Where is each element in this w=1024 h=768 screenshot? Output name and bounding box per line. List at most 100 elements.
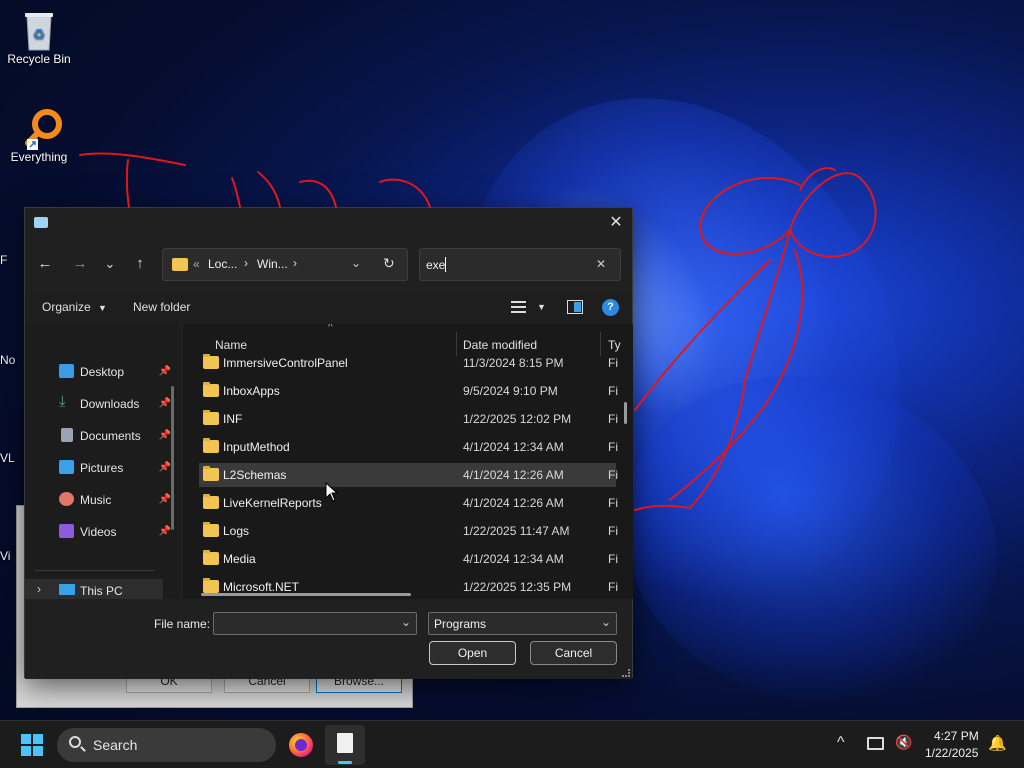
nav-pane-scrollbar[interactable] [171, 386, 174, 530]
address-segment[interactable]: Win... [257, 257, 288, 271]
desktop-icon-partial[interactable]: VL [0, 451, 24, 465]
file-row[interactable]: InboxApps 9/5/2024 9:10 PM Fi [199, 379, 618, 403]
address-overflow[interactable]: « [193, 257, 200, 271]
address-bar[interactable]: « Loc... › Win... › ⌄ ↻ [162, 248, 408, 281]
type-cell: Fi [608, 412, 618, 426]
chevron-down-icon[interactable]: ⌄ [601, 615, 611, 629]
open-button[interactable]: Open [429, 641, 516, 665]
svg-text:♻: ♻ [33, 27, 46, 43]
close-icon[interactable]: ✕ [604, 211, 628, 235]
file-row[interactable]: INF 1/22/2025 12:02 PM Fi [199, 407, 618, 431]
nav-item-label: Documents [80, 429, 141, 443]
search-input[interactable]: exe [426, 258, 445, 272]
firefox-icon[interactable] [289, 733, 313, 757]
pin-icon: 📌 [158, 526, 171, 537]
chevron-up-icon[interactable]: ^ [837, 734, 845, 752]
dialog-titlebar[interactable]: ✕ [25, 208, 632, 238]
column-header-name[interactable]: Name [215, 338, 247, 352]
clock-date[interactable]: 1/22/2025 [925, 746, 978, 760]
date-modified-cell: 4/1/2024 12:34 AM [463, 552, 564, 566]
file-name-field[interactable]: ⌄ [213, 612, 417, 635]
file-name-cell: Logs [223, 524, 250, 538]
desktop-icon-label: Recycle Bin [7, 52, 71, 66]
pictures-icon [59, 460, 74, 474]
type-cell: Fi [608, 496, 618, 510]
navigation-bar: ← → ⌄ ↑ « Loc... › Win... › ⌄ ↻ exe ✕ [25, 247, 632, 281]
notification-bell-icon[interactable]: 🔔 [988, 734, 1007, 752]
chevron-right-icon[interactable]: › [244, 256, 248, 270]
desktop-icon-partial[interactable]: F [0, 253, 24, 267]
forward-button[interactable]: → [69, 253, 91, 275]
type-cell: Fi [608, 524, 618, 538]
desktop-icon-recycle-bin[interactable]: ♻ Recycle Bin [1, 8, 77, 66]
recent-locations-button[interactable]: ⌄ [99, 253, 121, 275]
nav-item-documents[interactable]: Documents 📌 [59, 425, 171, 447]
file-row[interactable]: LiveKernelReports 4/1/2024 12:26 AM Fi [199, 491, 618, 515]
resize-grip-icon[interactable] [622, 669, 630, 677]
view-options-icon[interactable] [511, 301, 526, 313]
vertical-scrollbar[interactable] [624, 402, 627, 424]
refresh-icon[interactable]: ↻ [383, 255, 395, 272]
preview-pane-icon[interactable] [567, 300, 583, 314]
music-icon [59, 492, 74, 506]
desktop-icon-everything[interactable]: Everything [1, 106, 77, 164]
organize-menu[interactable]: Organize ▼ [42, 300, 107, 314]
pin-icon: 📌 [158, 494, 171, 505]
file-name-cell: L2Schemas [223, 468, 287, 482]
caret-down-icon[interactable]: ▼ [537, 302, 546, 312]
recycle-bin-icon: ♻ [19, 8, 59, 51]
horizontal-scrollbar[interactable] [201, 593, 411, 596]
file-type-select[interactable]: Programs ⌄ [428, 612, 617, 635]
pin-icon: 📌 [158, 462, 171, 473]
folder-icon [203, 410, 219, 425]
address-segment[interactable]: Loc... [208, 257, 237, 271]
desktop-icon-partial[interactable]: No [0, 353, 24, 367]
nav-divider [35, 570, 155, 571]
file-row[interactable]: Media 4/1/2024 12:34 AM Fi [199, 547, 618, 571]
nav-item-label: This PC [80, 584, 123, 598]
pin-icon: 📌 [158, 398, 171, 409]
date-modified-cell: 11/3/2024 8:15 PM [463, 356, 564, 370]
type-cell: Fi [608, 552, 618, 566]
chevron-right-icon[interactable]: › [37, 582, 41, 596]
nav-item-label: Pictures [80, 461, 124, 475]
nav-item-desktop[interactable]: Desktop 📌 [59, 361, 171, 383]
file-row[interactable]: ImmersiveControlPanel 11/3/2024 8:15 PM Fi [199, 351, 618, 375]
chevron-down-icon[interactable]: ⌄ [401, 615, 411, 629]
volume-muted-icon[interactable]: 🔇 [895, 734, 912, 751]
new-folder-button[interactable]: New folder [133, 300, 190, 314]
cancel-button[interactable]: Cancel [530, 641, 617, 665]
nav-item-pictures[interactable]: Pictures 📌 [59, 457, 171, 479]
clear-search-icon[interactable]: ✕ [596, 257, 606, 271]
file-row[interactable]: Logs 1/22/2025 11:47 AM Fi [199, 519, 618, 543]
help-icon[interactable]: ? [602, 299, 619, 316]
taskbar-app-active[interactable] [325, 725, 365, 765]
column-header-date-modified[interactable]: Date modified [463, 338, 537, 352]
clock-time[interactable]: 4:27 PM [934, 729, 979, 743]
nav-item-music[interactable]: Music 📌 [59, 489, 171, 511]
search-icon [69, 736, 81, 748]
chevron-down-icon[interactable]: ⌄ [351, 256, 361, 270]
nav-item-videos[interactable]: Videos 📌 [59, 521, 171, 543]
file-name-label: File name: [154, 617, 211, 631]
up-button[interactable]: ↑ [129, 253, 151, 275]
file-name-cell: ImmersiveControlPanel [223, 356, 348, 370]
column-header-type[interactable]: Ty [608, 338, 621, 352]
file-name-cell: InputMethod [223, 440, 290, 454]
back-button[interactable]: ← [34, 253, 56, 275]
chevron-right-icon[interactable]: › [293, 256, 297, 270]
nav-item-this-pc[interactable]: › This PC [25, 579, 163, 599]
nav-item-downloads[interactable]: ⤓ Downloads 📌 [59, 393, 171, 415]
pin-icon: 📌 [158, 430, 171, 441]
file-row[interactable]: InputMethod 4/1/2024 12:34 AM Fi [199, 435, 618, 459]
pin-icon: 📌 [158, 366, 171, 377]
taskbar-search[interactable]: Search [57, 728, 276, 762]
type-cell: Fi [608, 356, 618, 370]
network-icon[interactable] [867, 737, 884, 750]
windows-start-icon[interactable] [21, 734, 43, 756]
search-box[interactable]: exe ✕ [419, 248, 621, 281]
file-name-cell: Microsoft.NET [223, 580, 300, 594]
active-indicator [338, 761, 352, 764]
mouse-pointer-icon [325, 482, 339, 502]
file-row[interactable]: L2Schemas 4/1/2024 12:26 AM Fi [199, 463, 618, 487]
